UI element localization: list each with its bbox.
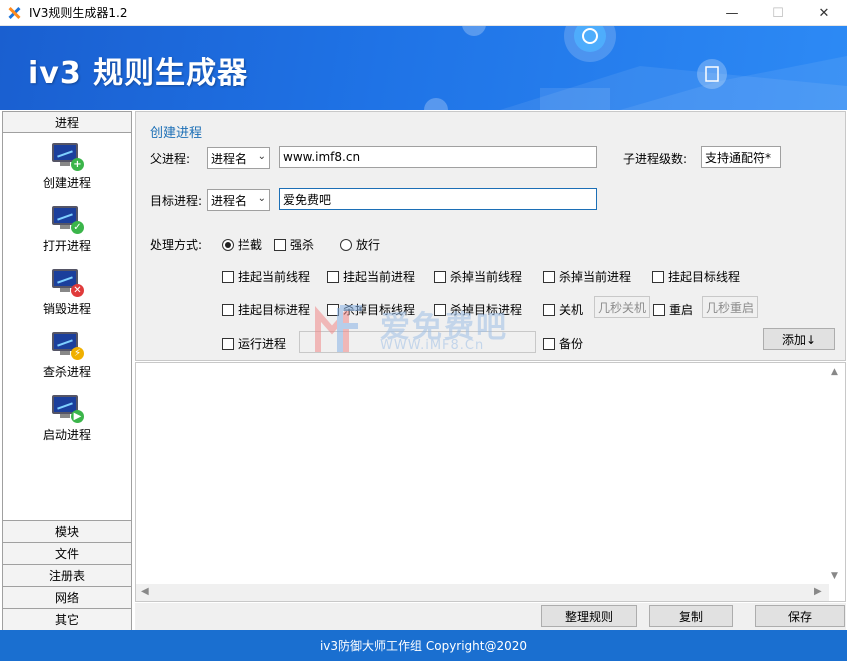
handle-block-radio[interactable]: 拦截 [222, 236, 262, 253]
run-process-checkbox[interactable]: 运行进程 [222, 335, 286, 352]
sidebar-item-label: 启动进程 [42, 428, 91, 442]
restart-seconds-button[interactable]: 几秒重启 [702, 296, 758, 318]
title-bar: IV3规则生成器1.2 — ☐ ✕ [0, 0, 847, 26]
bottom-toolbar: 整理规则 复制 保存 [135, 603, 846, 630]
organize-rules-button[interactable]: 整理规则 [541, 605, 637, 627]
monitor-add-icon: + [52, 143, 84, 171]
chevron-down-icon: ⌄ [257, 151, 266, 162]
app-logo-icon [7, 6, 21, 20]
sidebar-header-process[interactable]: 进程 [2, 111, 132, 133]
sidebar-item-open-process[interactable]: ✓ 打开进程 [3, 200, 131, 260]
sidebar-item-label: 销毁进程 [42, 302, 91, 316]
target-process-label: 目标进程: [150, 194, 203, 208]
kill-current-thread-checkbox[interactable]: 杀掉当前线程 [434, 268, 522, 285]
suspend-current-process-checkbox[interactable]: 挂起当前进程 [327, 268, 415, 285]
sidebar-item-create-process[interactable]: + 创建进程 [3, 137, 131, 197]
monitor-play-icon: ▶ [52, 395, 84, 423]
sidebar-tab-other[interactable]: 其它 [2, 609, 132, 631]
sidebar-tab-module[interactable]: 模块 [2, 521, 132, 543]
save-button[interactable]: 保存 [755, 605, 845, 627]
sidebar-process-list: + 创建进程 ✓ 打开进程 ✕ 销毁进程 ⚡ 查杀进程 ▶ 启动进程 [2, 133, 132, 521]
add-rule-button[interactable]: 添加↓ [763, 328, 835, 350]
copyright-text: iv3防御大师工作组 Copyright@2020 [319, 639, 528, 653]
target-process-type-select[interactable]: 进程名 ⌄ [207, 189, 270, 211]
handle-allow-radio[interactable]: 放行 [340, 236, 380, 253]
suspend-target-thread-checkbox[interactable]: 挂起目标线程 [652, 268, 740, 285]
kill-target-process-checkbox[interactable]: 杀掉目标进程 [434, 301, 522, 318]
sidebar-tab-registry[interactable]: 注册表 [2, 565, 132, 587]
sidebar-tab-network[interactable]: 网络 [2, 587, 132, 609]
parent-process-input[interactable]: www.imf8.cn [279, 146, 597, 168]
sidebar-item-label: 打开进程 [42, 239, 91, 253]
monitor-check-icon: ✓ [52, 206, 84, 234]
header-banner: iv3 规则生成器 [0, 26, 847, 110]
sidebar: 进程 + 创建进程 ✓ 打开进程 ✕ 销毁进程 ⚡ 查杀进程 ▶ 启动进程 模块… [2, 111, 132, 631]
target-process-input[interactable]: 爱免费吧 [279, 188, 597, 210]
rules-output-area[interactable]: ▲ ▼ ◀ ▶ [135, 362, 846, 602]
run-process-path-input[interactable] [299, 331, 536, 353]
sidebar-item-label: 创建进程 [42, 176, 91, 190]
status-bar: iv3防御大师工作组 Copyright@2020 [0, 630, 847, 661]
sidebar-item-start-process[interactable]: ▶ 启动进程 [3, 389, 131, 449]
chevron-down-icon: ⌄ [257, 193, 266, 204]
child-level-label: 子进程级数: [623, 152, 688, 166]
window-title: IV3规则生成器1.2 [29, 6, 128, 20]
monitor-lightning-icon: ⚡ [52, 332, 84, 360]
horizontal-scrollbar[interactable]: ◀ ▶ [136, 584, 829, 601]
section-title: 创建进程 [150, 126, 203, 141]
scroll-up-icon: ▲ [831, 367, 838, 377]
parent-process-type-select[interactable]: 进程名 ⌄ [207, 147, 270, 169]
vertical-scrollbar[interactable]: ▲ ▼ [828, 363, 845, 585]
shutdown-seconds-button[interactable]: 几秒关机 [594, 296, 650, 318]
close-button[interactable]: ✕ [801, 0, 847, 26]
banner-title: iv3 规则生成器 [28, 56, 249, 91]
sidebar-item-label: 查杀进程 [42, 365, 91, 379]
suspend-current-thread-checkbox[interactable]: 挂起当前线程 [222, 268, 310, 285]
shutdown-checkbox[interactable]: 关机 [543, 301, 583, 318]
maximize-button[interactable]: ☐ [755, 0, 801, 26]
handle-method-label: 处理方式: [150, 238, 203, 252]
copy-button[interactable]: 复制 [649, 605, 733, 627]
rule-form-panel: 创建进程 父进程: 进程名 ⌄ www.imf8.cn 子进程级数: 支持通配符*… [135, 111, 846, 361]
kill-current-process-checkbox[interactable]: 杀掉当前进程 [543, 268, 631, 285]
monitor-delete-icon: ✕ [52, 269, 84, 297]
scroll-left-icon: ◀ [141, 586, 149, 597]
restart-checkbox[interactable]: 重启 [653, 301, 693, 318]
child-level-input[interactable]: 支持通配符* [701, 146, 781, 168]
kill-target-thread-checkbox[interactable]: 杀掉目标线程 [327, 301, 415, 318]
minimize-button[interactable]: — [709, 0, 755, 26]
suspend-target-process-checkbox[interactable]: 挂起目标进程 [222, 301, 310, 318]
backup-checkbox[interactable]: 备份 [543, 335, 583, 352]
sidebar-tab-file[interactable]: 文件 [2, 543, 132, 565]
scroll-right-icon: ▶ [814, 586, 822, 597]
scroll-down-icon: ▼ [831, 571, 838, 581]
window-controls: — ☐ ✕ [709, 0, 847, 26]
parent-process-label: 父进程: [150, 152, 191, 166]
handle-force-kill-checkbox[interactable]: 强杀 [274, 236, 314, 253]
sidebar-item-destroy-process[interactable]: ✕ 销毁进程 [3, 263, 131, 323]
sidebar-item-kill-process[interactable]: ⚡ 查杀进程 [3, 326, 131, 386]
